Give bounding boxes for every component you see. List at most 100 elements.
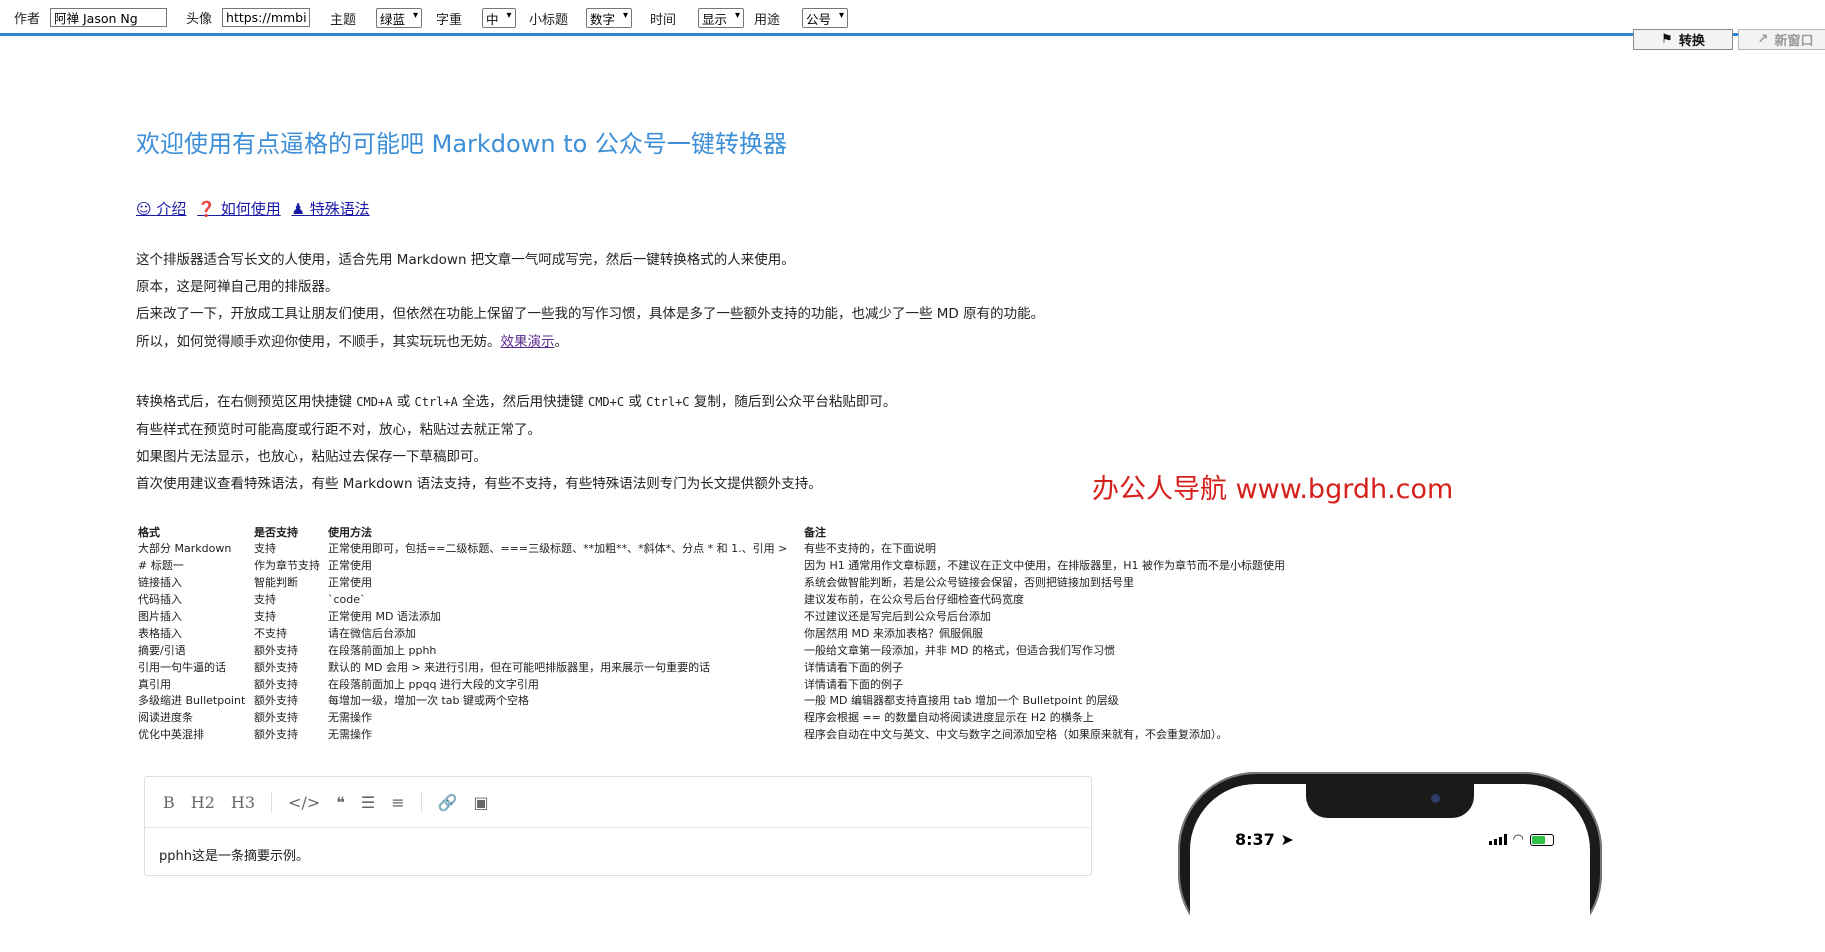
quote-icon[interactable]: ❝ xyxy=(336,793,345,812)
intro-paragraph-1: 这个排版器适合写长文的人使用，适合先用 Markdown 把文章一气呵成写完，然… xyxy=(136,252,795,268)
table-cell: 代码插入 xyxy=(138,593,182,607)
chevron-down-icon: ▾ xyxy=(506,10,512,21)
table-cell: 摘要/引语 xyxy=(138,643,186,657)
time-select[interactable]: 显示 ▾ xyxy=(698,8,745,28)
page-title: 欢迎使用有点逼格的可能吧 Markdown to 公众号一键转换器 xyxy=(136,130,787,158)
time-label: 时间 xyxy=(650,12,677,28)
new-window-button-label: 新窗口 xyxy=(1774,34,1814,49)
table-cell: 真引用 xyxy=(138,677,171,691)
table-cell: 支持 xyxy=(254,593,276,607)
location-arrow-icon: ➤ xyxy=(1280,830,1294,849)
usage-group: 用途 公号 ▾ xyxy=(754,8,849,28)
table-cell: 支持 xyxy=(254,610,276,623)
avatar-url-input[interactable] xyxy=(222,8,311,27)
syntax-link-label: 特殊语法 xyxy=(309,200,370,218)
table-cell: 阅读进度条 xyxy=(138,711,193,725)
question-circle-icon: ❓ xyxy=(197,200,216,218)
tips-paragraph-2: 如果图片无法显示，也放心，粘贴过去保存一下草稿即可。 xyxy=(136,449,487,465)
table-row: 大部分 Markdown 支持 正常使用即可，包括==二级标题、===三级标题、**… xyxy=(136,540,1289,557)
code-icon[interactable]: </> xyxy=(288,793,320,812)
table-header: 格式 xyxy=(138,525,160,539)
fontsize-select-value: 中 xyxy=(486,11,499,27)
ordered-list-icon[interactable]: ≡ xyxy=(391,793,404,812)
phone-preview-screen[interactable]: 8:37 ➤ ◠ xyxy=(1190,784,1590,952)
theme-label: 主题 xyxy=(330,12,357,28)
phone-notch xyxy=(1306,784,1474,818)
intro-link[interactable]: ☺ 介绍 xyxy=(136,200,186,218)
chevron-down-icon: ▾ xyxy=(735,10,741,21)
usage-select[interactable]: 公号 ▾ xyxy=(802,8,849,28)
table-cell: 额外支持 xyxy=(254,643,298,657)
table-cell: 表格插入 xyxy=(138,626,182,640)
copy-hint-paragraph: 转换格式后，在右侧预览区用快捷键 CMD+A 或 Ctrl+A 全选，然后用快捷… xyxy=(136,390,896,410)
table-header: 使用方法 xyxy=(328,525,372,539)
unordered-list-icon[interactable]: ☰ xyxy=(361,793,375,812)
table-cell: 额外支持 xyxy=(254,711,298,725)
editor-first-line[interactable]: pphh这是一条摘要示例。 xyxy=(159,845,309,864)
copy-hint-text: 或 xyxy=(392,394,415,410)
table-row: 多级缩进 Bulletpoint 额外支持 每增加一级，增加一次 tab 键或两个空… xyxy=(136,692,1289,709)
table-cell: 在段落前面加上 pphh xyxy=(328,643,437,657)
howto-link[interactable]: ❓ 如何使用 xyxy=(197,200,280,218)
table-cell: 有些不支持的，在下面说明 xyxy=(804,542,936,556)
demo-link[interactable]: 效果演示 xyxy=(501,334,555,350)
table-cell: 系统会做智能判断，若是公众号链接会保留，否则把链接加到括号里 xyxy=(804,576,1134,590)
subtitle-select-value: 数字 xyxy=(590,11,616,27)
fontsize-select[interactable]: 中 ▾ xyxy=(482,8,516,28)
bold-button[interactable]: B xyxy=(163,793,175,812)
table-cell: 正常使用 xyxy=(328,559,372,573)
phone-time-text: 8:37 xyxy=(1235,830,1275,849)
table-cell: 额外支持 xyxy=(254,660,298,674)
table-cell: 正常使用 xyxy=(328,576,372,590)
h2-button[interactable]: H2 xyxy=(191,793,215,812)
syntax-link[interactable]: ♟ 特殊语法 xyxy=(291,200,369,218)
table-cell: 引用一句牛逼的话 xyxy=(138,660,226,674)
convert-button-label: 转换 xyxy=(1678,34,1705,49)
tips-paragraph-3: 首次使用建议查看特殊语法，有些 Markdown 语法支持，有些不支持，有些特殊… xyxy=(136,476,822,492)
phone-status-icons: ◠ xyxy=(1488,832,1554,847)
link-icon[interactable]: 🔗 xyxy=(438,793,458,812)
table-cell: 建议发布前，在公众号后台仔细检查代码宽度 xyxy=(804,593,1024,607)
shortcut-code: CMD+C xyxy=(587,395,625,409)
user-secret-icon: ♟ xyxy=(291,200,305,218)
table-row: 真引用 额外支持 在段落前面加上 ppqq 进行大段的文字引用 详情请看下面的例子 xyxy=(136,675,1289,692)
flag-icon: ⚑ xyxy=(1661,32,1673,47)
table-cell: 支持 xyxy=(254,542,276,556)
table-cell: 不支持 xyxy=(254,626,287,640)
table-cell: 无需操作 xyxy=(328,711,372,725)
table-cell: 详情请看下面的例子 xyxy=(804,660,903,674)
shortcut-code: CMD+A xyxy=(356,395,393,409)
battery-icon xyxy=(1530,833,1554,846)
table-body: 大部分 Markdown 支持 正常使用即可，包括==二级标题、===三级标题、**… xyxy=(136,540,1289,743)
markdown-editor[interactable]: B H2 H3 </> ❝ ☰ ≡ 🔗 ▣ pphh这是一条摘要示例。 xyxy=(144,776,1092,876)
subtitle-select[interactable]: 数字 ▾ xyxy=(586,8,633,28)
phone-status-time: 8:37 ➤ xyxy=(1235,830,1294,849)
intro-paragraph-4-text: 所以，如何觉得顺手欢迎你使用，不顺手，其实玩玩也无妨。 xyxy=(136,334,501,350)
table-cell: 因为 H1 通常用作文章标题，不建议在正文中使用，在排版器里，H1 被作为章节而… xyxy=(804,559,1286,573)
usage-select-value: 公号 xyxy=(806,11,832,27)
table-cell: # 标题一 xyxy=(138,559,184,573)
table-cell: 多级缩进 Bulletpoint xyxy=(138,694,246,708)
theme-select-value: 绿蓝 xyxy=(380,11,406,27)
image-icon[interactable]: ▣ xyxy=(474,793,489,812)
copy-hint-text: 复制，随后到公众平台粘贴即可。 xyxy=(689,394,897,410)
chevron-down-icon: ▾ xyxy=(623,10,629,21)
table-cell: 在段落前面加上 ppqq 进行大段的文字引用 xyxy=(328,677,539,691)
new-window-button[interactable]: ↗ 新窗口 xyxy=(1738,29,1825,50)
table-cell: 链接插入 xyxy=(138,576,182,590)
signal-icon xyxy=(1488,834,1507,845)
copy-hint-text: 或 xyxy=(624,394,647,410)
table-header: 备注 xyxy=(804,525,826,539)
top-toolbar: 作者 头像 主题 绿蓝 ▾ 字重 中 ▾ 小标题 数字 ▾ 时间 显示 ▾ 用途 xyxy=(0,0,1825,36)
fontsize-group: 字重 中 ▾ xyxy=(436,8,516,28)
author-input[interactable] xyxy=(50,8,168,27)
theme-select[interactable]: 绿蓝 ▾ xyxy=(376,8,423,28)
table-cell: 一般 MD 编辑器都支持直接用 tab 增加一个 Bulletpoint 的层级 xyxy=(804,694,1119,708)
table-cell: 无需操作 xyxy=(328,728,372,742)
h3-button[interactable]: H3 xyxy=(231,793,255,812)
convert-button[interactable]: ⚑ 转换 xyxy=(1633,29,1733,50)
syntax-table: 格式 是否支持 使用方法 备注 大部分 Markdown 支持 正常使用即可，包括=… xyxy=(136,523,1289,743)
table-header-row: 格式 是否支持 使用方法 备注 xyxy=(136,523,1289,540)
author-label: 作者 xyxy=(14,12,41,27)
table-row: 摘要/引语 额外支持 在段落前面加上 pphh 一般给文章第一段添加，并非 MD 的格… xyxy=(136,641,1289,658)
